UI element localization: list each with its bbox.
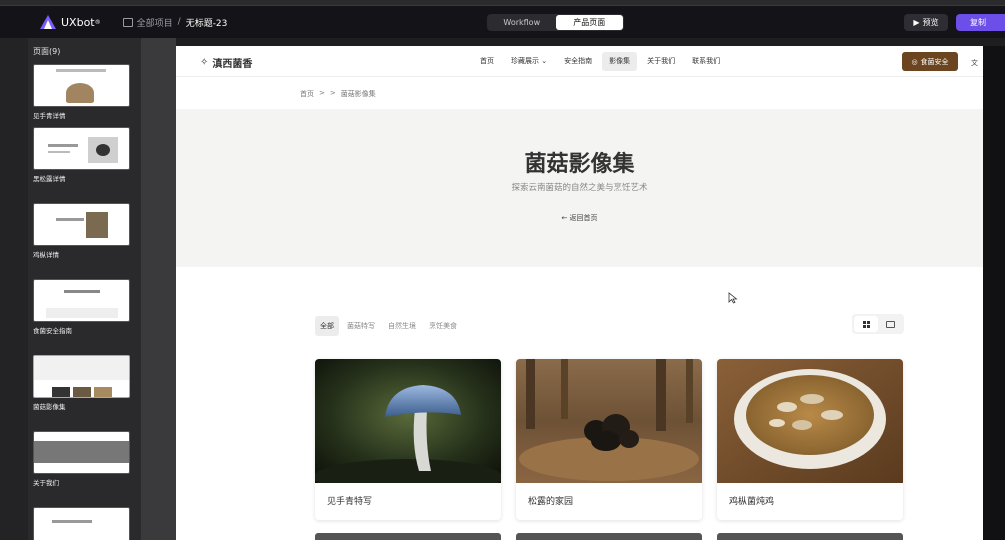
copy-button[interactable]: 复制	[956, 14, 1005, 31]
grid-view-button[interactable]	[854, 316, 878, 332]
site-preview[interactable]: ✧ 滇西菌香 首页 珍藏展示 ⌄ 安全指南 影像集 关于我们 联系我们 ◎ 食菌…	[176, 46, 983, 540]
page-thumbnail	[33, 355, 130, 398]
nav-collection[interactable]: 珍藏展示 ⌄	[504, 52, 554, 71]
image-view-button[interactable]	[878, 316, 902, 332]
project-breadcrumb: 全部项目 / 无标题-23	[122, 16, 228, 29]
page-item[interactable]: 见手青详情	[33, 64, 130, 120]
mode-product-pages[interactable]: 产品页面	[555, 15, 623, 30]
view-toggle	[852, 314, 904, 334]
safety-cta-button[interactable]: ◎ 食菌安全	[902, 52, 958, 71]
image-icon	[885, 320, 895, 328]
page-thumbnail	[33, 279, 130, 322]
app-logo[interactable]: UXbot ®	[40, 15, 101, 29]
page-thumbnail	[33, 127, 130, 170]
grid-icon	[862, 320, 870, 328]
page-title: 菌菇影像集	[524, 152, 635, 177]
gallery-card[interactable]: 松露的家园	[516, 359, 702, 520]
mushroom-photo	[315, 359, 501, 483]
page-subtitle: 探索云南菌菇的自然之美与烹饪艺术	[511, 183, 648, 193]
page-thumbnail	[33, 203, 130, 246]
filter-cuisine[interactable]: 烹饪美食	[424, 316, 462, 336]
nav-gallery[interactable]: 影像集	[602, 52, 638, 71]
pages-panel: 页面(9) 见手青详情 黑松露详情 鸡枞详情 食菌安全指南 菌菇影像集 关于我们	[0, 38, 141, 540]
filter-closeup[interactable]: 菌菇特写	[342, 316, 380, 336]
pages-header: 页面(9)	[33, 47, 61, 56]
page-item[interactable]: 食菌安全指南	[33, 279, 130, 335]
card-title: 松露的家园	[528, 497, 574, 507]
card-title: 见手青特写	[327, 497, 373, 507]
app-topbar: UXbot ® 全部项目 / 无标题-23 Workflow 产品页面 ▶ 预览 …	[0, 6, 1005, 38]
page-thumbnail	[33, 431, 130, 474]
uxbot-logo-icon	[40, 15, 56, 29]
nav-contact[interactable]: 联系我们	[685, 52, 727, 71]
project-name[interactable]: 无标题-23	[186, 16, 228, 29]
logo-text: UXbot	[61, 15, 95, 29]
page-item[interactable]: 黑松露详情	[33, 127, 130, 183]
soup-photo	[717, 359, 903, 483]
gallery-card[interactable]: 鸡枞菌炖鸡	[717, 359, 903, 520]
preview-button[interactable]: ▶ 预览	[904, 14, 948, 31]
chevron-down-icon: ⌄	[541, 57, 548, 65]
page-item[interactable]: 关于我们	[33, 431, 130, 487]
arrow-left-icon: ←	[561, 214, 568, 222]
breadcrumb-current: 菌菇影像集	[340, 90, 376, 98]
mouse-cursor-icon	[728, 292, 738, 304]
nav-about[interactable]: 关于我们	[640, 52, 682, 71]
translate-icon[interactable]: 文	[971, 58, 978, 68]
filter-all[interactable]: 全部	[315, 316, 339, 336]
card-title: 鸡枞菌炖鸡	[729, 497, 775, 507]
shield-check-icon: ◎	[911, 57, 918, 66]
filter-habitat[interactable]: 自然生境	[383, 316, 421, 336]
sparkle-icon: ✧	[200, 57, 209, 68]
site-breadcrumb: 首页 > > 菌菇影像集	[176, 77, 983, 109]
mode-switcher: Workflow 产品页面	[487, 14, 624, 31]
page-thumbnail	[33, 64, 130, 107]
mode-workflow[interactable]: Workflow	[488, 15, 556, 30]
breadcrumb-home[interactable]: 首页	[300, 89, 314, 99]
nav-home[interactable]: 首页	[473, 52, 501, 71]
page-item[interactable]	[33, 507, 130, 540]
breadcrumb-all-projects[interactable]: 全部项目	[137, 16, 173, 29]
gallery-card[interactable]: 见手青特写	[315, 359, 501, 520]
site-brand[interactable]: ✧ 滇西菌香	[200, 55, 252, 70]
page-thumbnail	[33, 507, 130, 540]
page-item-selected[interactable]: 菌菇影像集	[33, 355, 130, 411]
page-item[interactable]: 鸡枞详情	[33, 203, 130, 259]
play-icon: ▶	[913, 18, 920, 27]
nav-safety[interactable]: 安全指南	[557, 52, 599, 71]
site-nav-links: 首页 珍藏展示 ⌄ 安全指南 影像集 关于我们 联系我们	[473, 52, 730, 71]
site-navbar: ✧ 滇西菌香 首页 珍藏展示 ⌄ 安全指南 影像集 关于我们 联系我们 ◎ 食菌…	[176, 46, 983, 77]
back-home-link[interactable]: ← 返回首页	[176, 213, 983, 223]
truffle-photo	[516, 359, 702, 483]
folder-icon	[122, 17, 133, 27]
gallery-hero: 菌菇影像集 探索云南菌菇的自然之美与烹饪艺术 ← 返回首页	[176, 109, 983, 267]
filter-chips: 全部 菌菇特写 自然生境 烹饪美食	[315, 316, 462, 336]
